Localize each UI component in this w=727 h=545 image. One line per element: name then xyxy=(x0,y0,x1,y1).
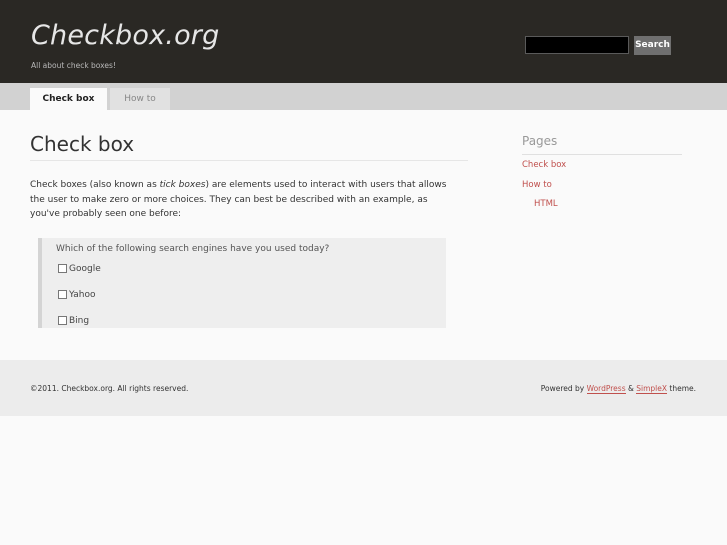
tab-how-to[interactable]: How to xyxy=(110,88,170,110)
theme-suffix: theme. xyxy=(667,384,696,393)
poll-option-bing[interactable]: Bing xyxy=(58,316,89,326)
site-header: Checkbox.org All about check boxes! Sear… xyxy=(0,0,727,83)
sidebar-title: Pages xyxy=(522,134,558,148)
example-poll: Which of the following search engines ha… xyxy=(38,238,446,328)
powered-prefix: Powered by xyxy=(540,384,587,393)
site-footer: ©2011. Checkbox.org. All rights reserved… xyxy=(0,360,727,416)
simplex-link[interactable]: SimpleX xyxy=(636,384,667,394)
title-divider xyxy=(30,160,468,161)
intro-text-1: Check boxes (also known as xyxy=(30,180,160,190)
option-label: Yahoo xyxy=(69,290,96,300)
sidebar-link-how-to[interactable]: How to xyxy=(522,180,552,190)
site-title[interactable]: Checkbox.org xyxy=(31,20,219,51)
google-checkbox[interactable] xyxy=(58,264,67,273)
wordpress-link[interactable]: WordPress xyxy=(586,384,626,394)
poll-option-yahoo[interactable]: Yahoo xyxy=(58,290,96,300)
page-title: Check box xyxy=(30,132,135,156)
poll-option-google[interactable]: Google xyxy=(58,264,101,274)
intro-emphasis: tick boxes xyxy=(159,180,206,190)
sidebar-divider xyxy=(522,154,682,155)
tab-check-box[interactable]: Check box xyxy=(30,88,107,110)
search-button[interactable]: Search xyxy=(634,36,671,55)
poll-question: Which of the following search engines ha… xyxy=(56,244,330,254)
amp-text: & xyxy=(625,384,637,393)
copyright-text: ©2011. Checkbox.org. All rights reserved… xyxy=(30,384,189,393)
bing-checkbox[interactable] xyxy=(58,316,67,325)
option-label: Google xyxy=(69,264,101,274)
sidebar-link-html[interactable]: HTML xyxy=(534,199,558,209)
yahoo-checkbox[interactable] xyxy=(58,290,67,299)
sidebar-link-check-box[interactable]: Check box xyxy=(522,160,566,170)
search-input[interactable] xyxy=(525,36,629,54)
main-nav: Check box How to xyxy=(0,83,727,110)
powered-by: Powered by WordPress & SimpleX theme. xyxy=(540,384,696,394)
site-tagline: All about check boxes! xyxy=(31,61,116,70)
option-label: Bing xyxy=(69,316,90,326)
intro-paragraph: Check boxes (also known as tick boxes) a… xyxy=(30,178,455,222)
